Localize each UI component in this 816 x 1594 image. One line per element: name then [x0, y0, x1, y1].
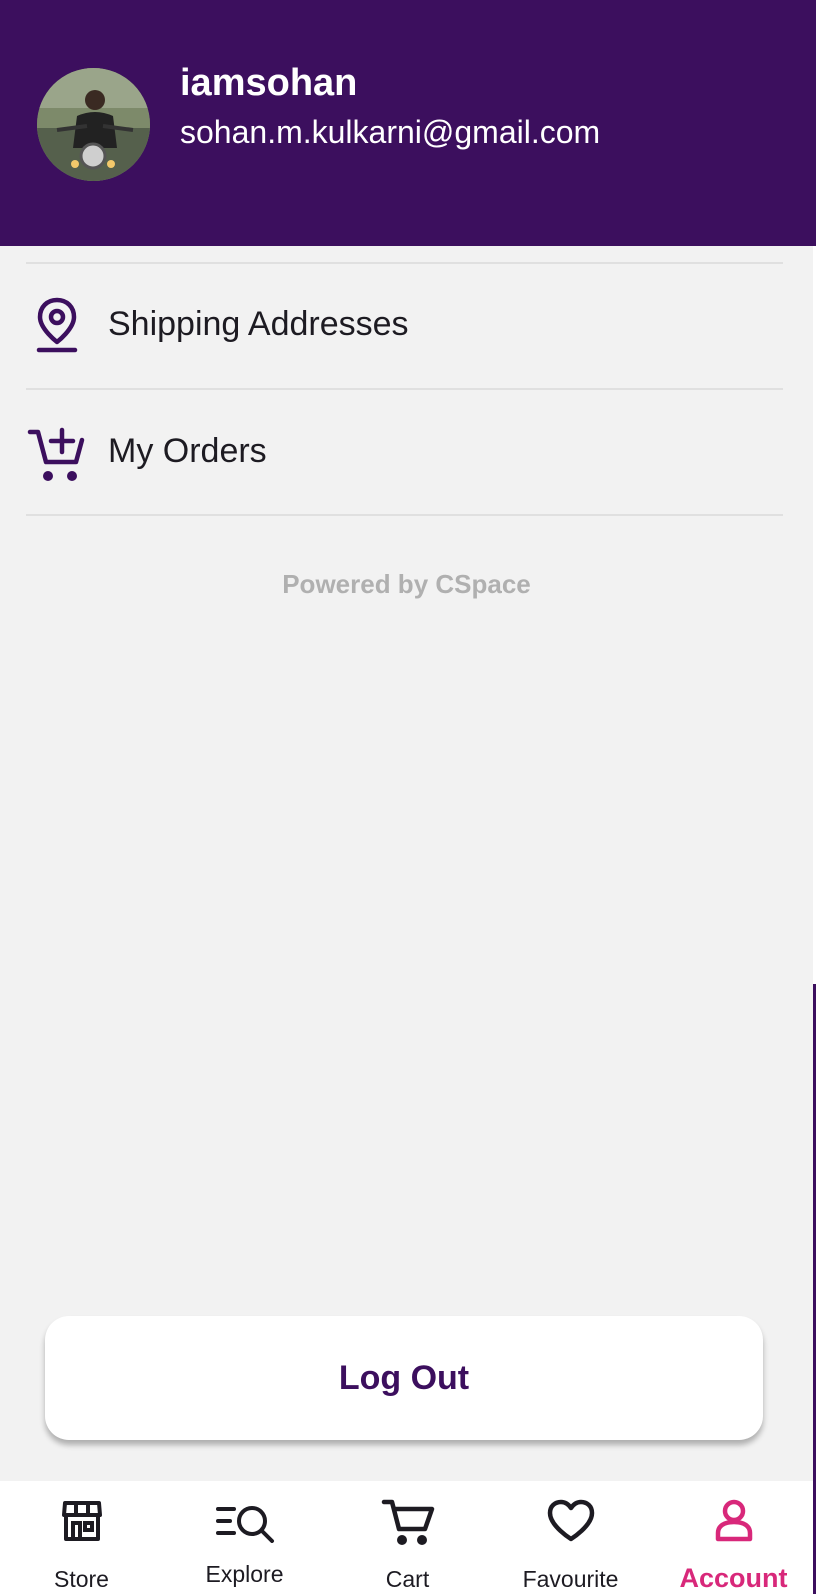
avatar[interactable] [37, 68, 150, 181]
nav-item-cart[interactable]: Cart [326, 1481, 489, 1594]
powered-by-note: Powered by CSpace [282, 569, 531, 599]
nav-label: Account [679, 1563, 788, 1593]
nav-label: Store [54, 1566, 109, 1592]
menu-item-label: My Orders [108, 432, 267, 470]
divider [26, 514, 783, 516]
menu-item-label: Shipping Addresses [108, 305, 409, 343]
nav-item-account[interactable]: Account [652, 1481, 815, 1594]
profile-header: iamsohan sohan.m.kulkarni@gmail.com [0, 0, 813, 246]
nav-label: Explore [205, 1561, 284, 1587]
store-icon [60, 1499, 104, 1548]
logout-label: Log Out [338, 1358, 470, 1397]
location-pin-icon [26, 294, 88, 356]
add-to-cart-icon [26, 422, 88, 484]
nav-item-favourite[interactable]: Favourite [489, 1481, 652, 1594]
menu-item-my-orders[interactable]: My Orders [0, 390, 813, 514]
menu-item-shipping-addresses[interactable]: Shipping Addresses [0, 264, 813, 388]
cart-icon [381, 1497, 435, 1552]
nav-label: Cart [385, 1566, 430, 1592]
bottom-navigation: Store Explore Cart Favourite Account [0, 1481, 813, 1594]
explore-search-icon [214, 1499, 276, 1548]
account-icon [714, 1499, 754, 1548]
nav-item-store[interactable]: Store [0, 1481, 163, 1594]
username: iamsohan [180, 62, 358, 104]
heart-icon [546, 1499, 596, 1548]
nav-item-explore[interactable]: Explore [163, 1481, 326, 1594]
nav-label: Favourite [522, 1566, 619, 1592]
user-email: sohan.m.kulkarni@gmail.com [180, 114, 601, 150]
logout-button[interactable]: Log Out [45, 1316, 763, 1440]
